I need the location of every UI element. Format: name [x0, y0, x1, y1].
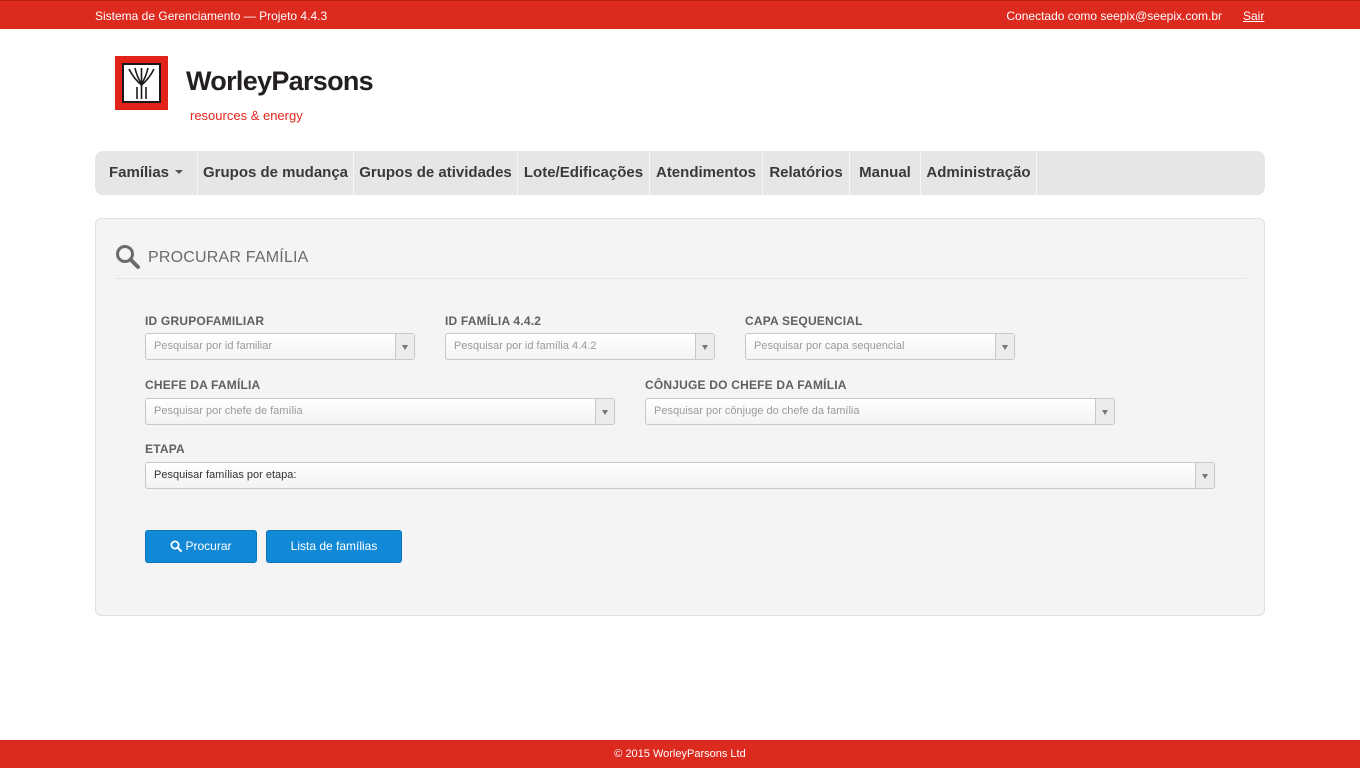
select-placeholder: Pesquisar por id família 4.4.2	[454, 340, 597, 352]
logo-tagline: resources & energy	[190, 108, 303, 123]
chevron-down-icon	[595, 399, 614, 424]
nav-item-administracao[interactable]: Administração	[921, 151, 1037, 195]
family-list-button-label: Lista de famílias	[290, 539, 378, 553]
select-placeholder: Pesquisar por cônjuge do chefe da famíli…	[654, 405, 860, 417]
capa-sequencial-select[interactable]: Pesquisar por capa sequencial	[745, 333, 1015, 360]
nav-item-lote-edificacoes[interactable]: Lote/Edificações	[518, 151, 650, 195]
divider	[115, 278, 1246, 279]
search-button-label: Procurar	[185, 539, 232, 553]
id-familia-select[interactable]: Pesquisar por id família 4.4.2	[445, 333, 715, 360]
id-familia-label: ID FAMÍLIA 4.4.2	[445, 314, 542, 328]
nav-item-atendimentos[interactable]: Atendimentos	[650, 151, 763, 195]
nav-item-label: Grupos de atividades	[359, 164, 512, 181]
nav-item-grupos-de-mudanca[interactable]: Grupos de mudança	[198, 151, 354, 195]
chevron-down-icon	[1195, 463, 1214, 488]
top-bar: Sistema de Gerenciamento — Projeto 4.4.3…	[0, 0, 1360, 29]
nav-item-familias[interactable]: Famílias	[95, 151, 198, 195]
etapa-label: ETAPA	[145, 442, 185, 456]
chevron-down-icon	[695, 334, 714, 359]
company-logo[interactable]: WorleyParsons resources & energy	[115, 56, 415, 126]
panel-title: PROCURAR FAMÍLIA	[148, 249, 309, 266]
chefe-select[interactable]: Pesquisar por chefe de família	[145, 398, 615, 425]
nav-item-label: Administração	[926, 164, 1031, 181]
conjuge-select[interactable]: Pesquisar por cônjuge do chefe da famíli…	[645, 398, 1115, 425]
logged-in-user: Conectado como seepix@seepix.com.br	[1006, 9, 1222, 23]
nav-item-grupos-de-atividades[interactable]: Grupos de atividades	[354, 151, 518, 195]
search-icon	[116, 245, 140, 269]
nav-item-label: Grupos de mudança	[202, 164, 349, 181]
footer: © 2015 WorleyParsons Ltd	[0, 740, 1360, 768]
nav-item-label: Relatórios	[769, 164, 843, 181]
id-grupofamiliar-label: ID GRUPOFAMILIAR	[145, 314, 265, 328]
logout-link[interactable]: Sair	[1243, 9, 1264, 23]
chevron-down-icon	[995, 334, 1014, 359]
select-placeholder: Pesquisar por id familiar	[154, 340, 272, 352]
nav-item-label: Manual	[859, 164, 911, 181]
nav-item-label: Famílias	[108, 164, 170, 181]
nav-item-label: Atendimentos	[655, 164, 756, 181]
chevron-down-icon	[395, 334, 414, 359]
family-list-button[interactable]: Lista de famílias	[266, 530, 402, 563]
nav-item-manual[interactable]: Manual	[850, 151, 921, 195]
etapa-select[interactable]: Pesquisar famílias por etapa:	[145, 462, 1215, 489]
capa-sequencial-label: CAPA SEQUENCIAL	[745, 314, 863, 328]
logo-mark-icon	[115, 56, 168, 110]
conjuge-label: CÔNJUGE DO CHEFE DA FAMÍLIA	[645, 378, 847, 392]
search-button[interactable]: Procurar	[145, 530, 257, 563]
chevron-down-icon	[1095, 399, 1114, 424]
main-nav: Famílias Grupos de mudança Grupos de ati…	[95, 151, 1265, 195]
system-title: Sistema de Gerenciamento — Projeto 4.4.3	[95, 9, 328, 23]
id-grupofamiliar-select[interactable]: Pesquisar por id familiar	[145, 333, 415, 360]
chefe-label: CHEFE DA FAMÍLIA	[145, 378, 261, 392]
logo-brand-name: WorleyParsons	[186, 66, 374, 96]
select-placeholder: Pesquisar por chefe de família	[154, 405, 303, 417]
search-family-panel: PROCURAR FAMÍLIA ID GRUPOFAMILIAR Pesqui…	[95, 218, 1265, 616]
caret-down-icon	[175, 169, 184, 174]
select-placeholder: Pesquisar por capa sequencial	[754, 340, 905, 352]
nav-item-relatorios[interactable]: Relatórios	[763, 151, 850, 195]
copyright-text: © 2015 WorleyParsons Ltd	[614, 748, 746, 760]
search-icon	[170, 540, 183, 552]
nav-item-label: Lote/Edificações	[523, 164, 644, 181]
select-value: Pesquisar famílias por etapa:	[154, 469, 297, 481]
